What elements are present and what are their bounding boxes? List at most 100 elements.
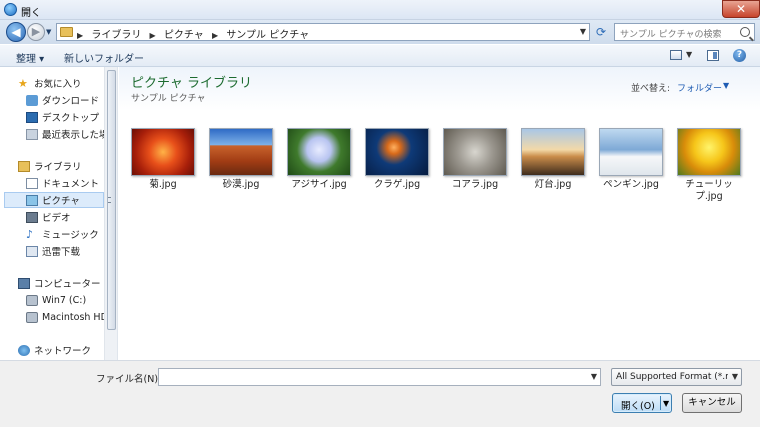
arrange-dropdown-icon[interactable]: ▼ xyxy=(723,81,729,90)
file-name: 砂漠.jpg xyxy=(222,179,260,190)
search-icon[interactable] xyxy=(740,27,750,37)
file-item[interactable]: ペンギン.jpg xyxy=(596,128,666,208)
file-name: クラゲ.jpg xyxy=(373,179,421,190)
music-icon: ♪ xyxy=(26,227,34,241)
preview-pane-icon[interactable] xyxy=(707,50,719,61)
bottom-panel: ファイル名(N): ▼ All Supported Format (*.mp ▼… xyxy=(0,360,760,427)
nav-label: ダウンロード xyxy=(42,96,100,107)
forward-button[interactable]: ▶ xyxy=(27,23,45,41)
file-item[interactable]: 砂漠.jpg xyxy=(206,128,276,208)
koala-thumbnail xyxy=(443,128,507,176)
breadcrumb: ▶ ライブラリ ▶ ピクチャ ▶ サンプル ピクチャ xyxy=(77,26,314,41)
change-view-icon[interactable] xyxy=(670,50,682,60)
file-name: 菊.jpg xyxy=(149,179,177,190)
tulips-thumbnail xyxy=(677,128,741,176)
recent-places-icon xyxy=(26,128,38,140)
nav-recent-places[interactable]: 最近表示した場所 xyxy=(26,126,104,142)
split-divider xyxy=(660,396,661,410)
back-button[interactable]: ◀ xyxy=(6,22,26,42)
nav-label: Macintosh HD (I xyxy=(42,311,104,323)
computer-icon xyxy=(18,277,30,289)
file-list-pane: ピクチャ ライブラリ サンプル ピクチャ 並べ替え: フォルダー ▼ 菊.jpg… xyxy=(119,67,760,360)
refresh-icon: ⟳ xyxy=(595,25,607,39)
file-type-select[interactable]: All Supported Format (*.mp ▼ xyxy=(611,368,742,386)
breadcrumb-separator-icon[interactable]: ▶ xyxy=(77,31,83,40)
penguins-thumbnail xyxy=(599,128,663,176)
new-folder-button[interactable]: 新しいフォルダー xyxy=(64,50,144,65)
breadcrumb-separator-icon[interactable]: ▶ xyxy=(212,31,218,40)
address-bar[interactable]: ▶ ライブラリ ▶ ピクチャ ▶ サンプル ピクチャ ▼ xyxy=(56,23,590,41)
file-name-label: ファイル名(N): xyxy=(96,374,162,385)
nav-downloads[interactable]: ダウンロード xyxy=(26,92,104,108)
file-name: アジサイ.jpg xyxy=(291,179,347,190)
desktop-icon xyxy=(26,111,38,123)
nav-desktop[interactable]: デスクトップ xyxy=(26,109,104,125)
nav-label: デスクトップ xyxy=(42,113,100,124)
close-button[interactable]: ✕ xyxy=(722,0,760,18)
breadcrumb-separator-icon[interactable]: ▶ xyxy=(150,31,156,40)
nav-computer[interactable]: コンピューター xyxy=(18,275,104,291)
organize-button[interactable]: 整理 ▾ xyxy=(16,50,44,65)
file-type-dropdown-icon[interactable]: ▼ xyxy=(732,372,738,381)
nav-label: コンピューター xyxy=(34,279,101,290)
open-options-dropdown-icon[interactable]: ▼ xyxy=(663,399,669,408)
drive-icon xyxy=(26,311,38,323)
search-input[interactable]: サンプル ピクチャの検索 xyxy=(614,23,755,41)
file-name-input[interactable]: ▼ xyxy=(158,368,601,386)
recent-locations-dropdown[interactable]: ▼ xyxy=(46,28,54,36)
nav-label: ネットワーク xyxy=(34,346,92,357)
nav-pictures[interactable]: ピクチャ xyxy=(4,192,104,208)
library-icon xyxy=(18,160,30,172)
download-folder-icon xyxy=(26,94,38,106)
cancel-button[interactable]: キャンセル xyxy=(682,393,742,413)
forward-arrow-icon: ▶ xyxy=(31,25,41,38)
file-item[interactable]: アジサイ.jpg xyxy=(284,128,354,208)
nav-label: ピクチャ xyxy=(42,196,80,207)
help-icon[interactable]: ? xyxy=(733,49,746,62)
address-row: ◀ ▶ ▼ ▶ ライブラリ ▶ ピクチャ ▶ サンプル ピクチャ ▼ ⟳ サンプ… xyxy=(0,20,760,44)
nav-drive-macintosh[interactable]: Macintosh HD (I xyxy=(26,309,104,325)
file-name: ペンギン.jpg xyxy=(603,179,659,190)
library-header: ピクチャ ライブラリ サンプル ピクチャ 並べ替え: フォルダー ▼ xyxy=(119,67,760,111)
breadcrumb-libraries[interactable]: ライブラリ xyxy=(91,30,141,41)
nav-music[interactable]: ♪ ミュージック xyxy=(26,226,104,242)
open-button[interactable]: 開く(O) ▼ xyxy=(612,393,672,413)
arrange-by-dropdown[interactable]: フォルダー xyxy=(677,81,722,94)
file-name: コアラ.jpg xyxy=(451,179,499,190)
window-title: 開く xyxy=(21,8,41,19)
nav-documents[interactable]: ドキュメント xyxy=(26,175,104,191)
nav-drive-c[interactable]: Win7 (C:) xyxy=(26,292,104,308)
network-icon xyxy=(18,344,30,356)
file-name-dropdown-icon[interactable]: ▼ xyxy=(591,372,597,381)
file-item[interactable]: 菊.jpg xyxy=(128,128,198,208)
file-item[interactable]: クラゲ.jpg xyxy=(362,128,432,208)
videos-icon xyxy=(26,211,38,223)
pictures-icon xyxy=(26,194,38,206)
file-type-value: All Supported Format (*.mp xyxy=(616,372,728,382)
toolbar: 整理 ▾ 新しいフォルダー ▼ ? xyxy=(0,45,760,67)
refresh-button[interactable]: ⟳ xyxy=(592,23,610,41)
nav-libraries[interactable]: ライブラリ xyxy=(18,158,102,174)
views-dropdown-icon[interactable]: ▼ xyxy=(686,50,692,59)
nav-favorites[interactable]: ★ お気に入り xyxy=(18,75,102,91)
search-placeholder: サンプル ピクチャの検索 xyxy=(620,30,722,40)
nav-label: 最近表示した場所 xyxy=(42,130,104,141)
nav-network[interactable]: ネットワーク xyxy=(18,342,104,358)
nav-videos[interactable]: ビデオ xyxy=(26,209,104,225)
documents-icon xyxy=(26,177,38,189)
file-item[interactable]: 灯台.jpg xyxy=(518,128,588,208)
drive-icon xyxy=(26,294,38,306)
breadcrumb-pictures[interactable]: ピクチャ xyxy=(164,30,204,41)
nav-scrollbar[interactable] xyxy=(104,67,117,360)
file-item[interactable]: チューリップ.jpg xyxy=(674,128,744,208)
nav-xunlei-download[interactable]: 迅雷下载 xyxy=(26,243,104,259)
breadcrumb-sample-pictures[interactable]: サンプル ピクチャ xyxy=(226,30,309,41)
address-dropdown-icon[interactable]: ▼ xyxy=(580,27,586,36)
folder-icon xyxy=(60,27,73,37)
nav-label: Win7 (C:) xyxy=(42,294,87,306)
open-button-label: 開く(O) xyxy=(621,401,655,412)
nav-label: ドキュメント xyxy=(42,179,100,190)
nav-label: ビデオ xyxy=(42,213,71,224)
nav-label: 迅雷下载 xyxy=(42,247,81,258)
file-item[interactable]: コアラ.jpg xyxy=(440,128,510,208)
